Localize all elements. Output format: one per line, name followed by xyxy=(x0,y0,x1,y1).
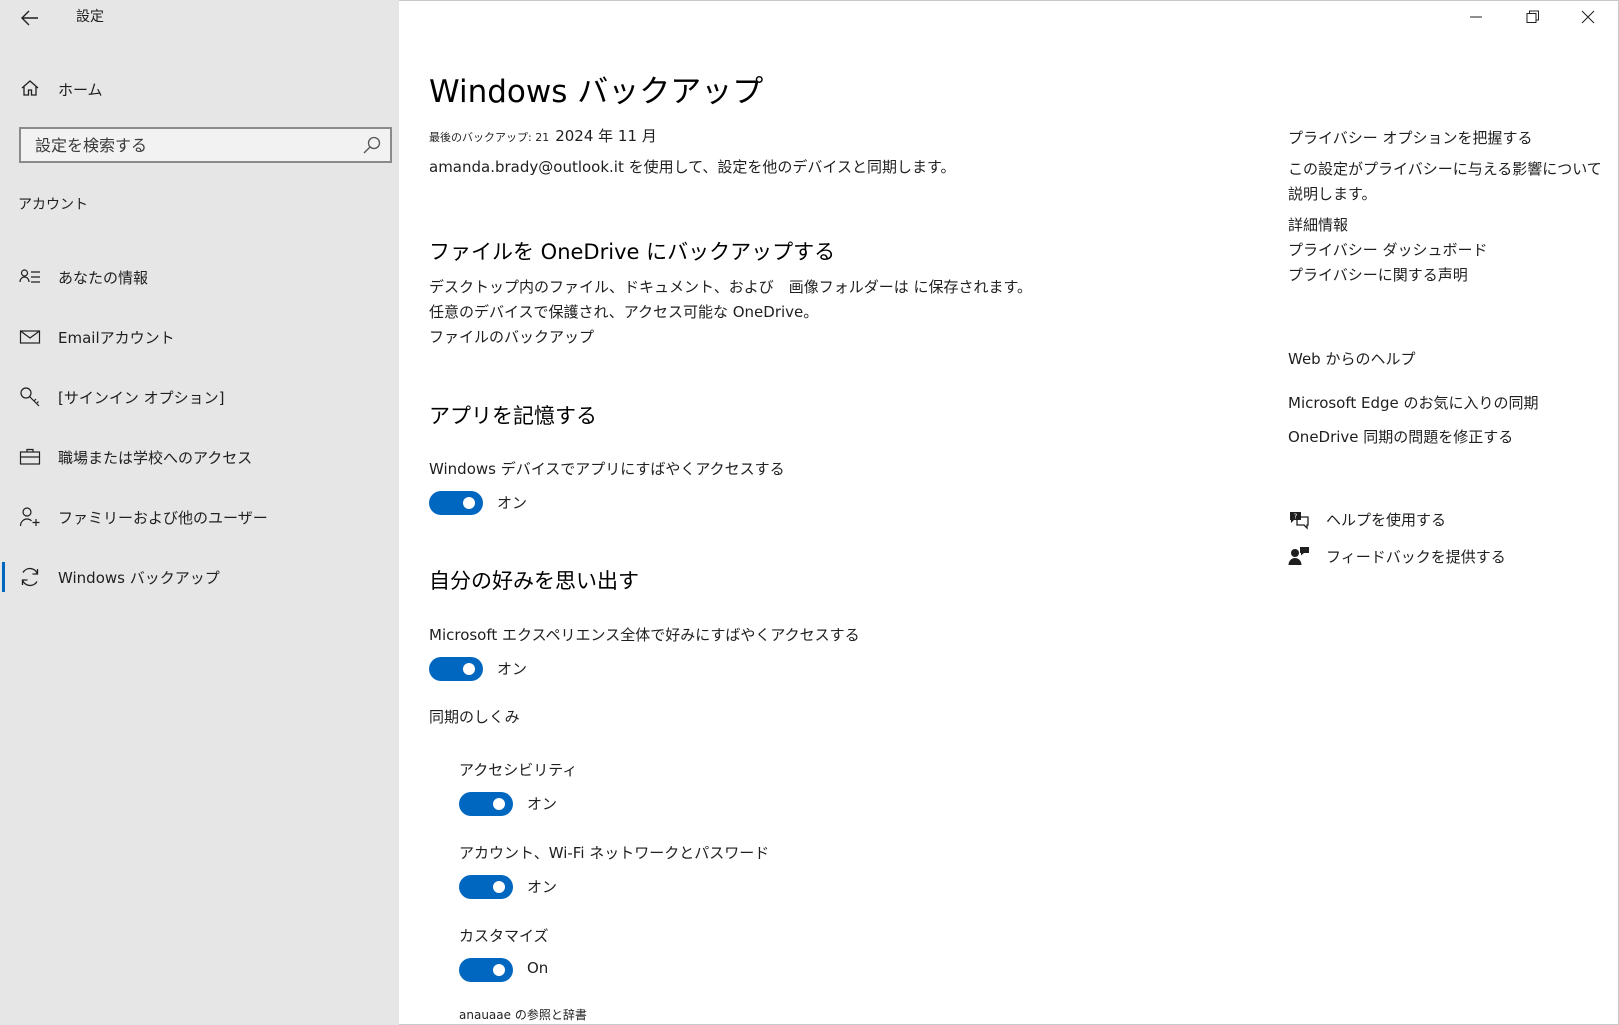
home-icon xyxy=(21,80,39,96)
feedback-label: フィードバックを提供する xyxy=(1326,548,1506,566)
toggle-knob xyxy=(493,881,505,893)
privacy-desc-2: 説明します。 xyxy=(1288,185,1377,203)
toggle-knob xyxy=(463,663,475,675)
edge-sync-link[interactable]: Microsoft Edge のお気に入りの同期 xyxy=(1288,392,1539,413)
how-sync-works: 同期のしくみ xyxy=(429,708,520,726)
toggle-knob xyxy=(493,964,505,976)
prefs-toggle-state: オン xyxy=(497,660,528,678)
last-backup-info: 最後のバックアップ: 21 2024 年 11 月 xyxy=(429,125,657,146)
close-button[interactable] xyxy=(1561,0,1617,34)
apps-toggle[interactable] xyxy=(429,491,483,515)
toggle-knob xyxy=(493,798,505,810)
nav-list: あなたの情報 Emailアカウント [サインイン オプション] 職場または学校へ… xyxy=(0,258,399,618)
nav-item-label: [サインイン オプション] xyxy=(58,389,225,407)
learn-more-link[interactable]: 詳細情報 xyxy=(1288,214,1348,235)
nav-item-work-school[interactable]: 職場または学校へのアクセス xyxy=(0,438,399,498)
briefcase-icon xyxy=(19,448,41,465)
accessibility-toggle[interactable] xyxy=(459,792,513,816)
prefs-toggle-label: Microsoft エクスペリエンス全体で好みにすばやくアクセスする xyxy=(429,626,860,644)
section-accounts: アカウント xyxy=(18,197,88,213)
onedrive-fix-link[interactable]: OneDrive 同期の問題を修正する xyxy=(1288,426,1513,447)
main-content: Windows バックアップ 最後のバックアップ: 21 2024 年 11 月 … xyxy=(429,0,1259,1025)
accessibility-toggle-state: オン xyxy=(527,795,558,813)
prefs-heading: 自分の好みを思い出す xyxy=(429,569,639,593)
search-box[interactable] xyxy=(19,127,392,163)
dictionary-label: anauaae の参照と辞書 xyxy=(459,1008,587,1022)
back-arrow-icon xyxy=(21,10,38,26)
file-backup-link[interactable]: ファイルのバックアップ xyxy=(429,326,594,347)
apps-toggle-label: Windows デバイスでアプリにすばやくアクセスする xyxy=(429,460,785,478)
apps-toggle-state: オン xyxy=(497,494,528,512)
personalize-label: カスタマイズ xyxy=(459,927,549,945)
nav-item-label: 職場または学校へのアクセス xyxy=(58,449,253,467)
close-icon xyxy=(1581,10,1595,24)
nav-item-email[interactable]: Emailアカウント xyxy=(0,318,399,378)
mail-icon xyxy=(19,330,41,344)
nav-home-label: ホーム xyxy=(58,81,103,99)
feedback-icon xyxy=(1288,547,1309,565)
minimize-icon xyxy=(1470,16,1482,18)
sync-icon xyxy=(21,567,39,587)
nav-item-family[interactable]: ファミリーおよび他のユーザー xyxy=(0,498,399,558)
nav-item-label: Emailアカウント xyxy=(58,329,175,347)
nav-item-label: Windows バックアップ xyxy=(58,569,220,587)
apps-heading: アプリを記憶する xyxy=(429,404,597,428)
prefs-toggle[interactable] xyxy=(429,657,483,681)
minimize-button[interactable] xyxy=(1449,0,1505,34)
privacy-dashboard-link[interactable]: プライバシー ダッシュボード xyxy=(1288,239,1487,260)
page-title: Windows バックアップ xyxy=(429,74,764,110)
onedrive-desc-1: デスクトップ内のファイル、ドキュメント、および 画像フォルダーは に保存されます… xyxy=(429,278,1032,296)
active-indicator xyxy=(2,562,5,592)
onedrive-heading: ファイルを OneDrive にバックアップする xyxy=(429,240,836,264)
passwords-toggle[interactable] xyxy=(459,875,513,899)
privacy-statement-link[interactable]: プライバシーに関する声明 xyxy=(1288,264,1468,285)
nav-item-sign-in-options[interactable]: [サインイン オプション] xyxy=(0,378,399,438)
feedback-link[interactable]: フィードバックを提供する xyxy=(1288,543,1588,573)
toggle-knob xyxy=(463,497,475,509)
key-icon xyxy=(20,387,40,407)
restore-icon xyxy=(1526,10,1539,23)
get-help-label: ヘルプを使用する xyxy=(1326,511,1447,529)
privacy-title: プライバシー オプションを把握する xyxy=(1288,129,1533,147)
sync-account-text: amanda.brady@outlook.it を使用して、設定を他のデバイスと… xyxy=(429,158,956,176)
get-help-link[interactable]: ? ヘルプを使用する xyxy=(1288,506,1588,536)
svg-text:?: ? xyxy=(1294,513,1298,521)
privacy-desc-1: この設定がプライバシーに与える影響について xyxy=(1288,160,1602,178)
back-button[interactable] xyxy=(18,6,42,30)
personalize-toggle[interactable] xyxy=(459,958,513,982)
web-help-title: Web からのヘルプ xyxy=(1288,350,1416,368)
last-backup-label: 最後のバックアップ: 21 xyxy=(429,131,550,144)
search-icon[interactable] xyxy=(362,135,382,155)
chat-help-icon: ? xyxy=(1290,512,1309,530)
accessibility-label: アクセシビリティ xyxy=(459,761,578,779)
passwords-label: アカウント、Wi-Fi ネットワークとパスワード xyxy=(459,844,770,862)
nav-item-windows-backup[interactable]: Windows バックアップ xyxy=(0,558,399,618)
search-input[interactable] xyxy=(35,134,345,156)
nav-home[interactable]: ホーム xyxy=(0,74,399,104)
nav-item-label: ファミリーおよび他のユーザー xyxy=(58,509,268,527)
restore-button[interactable] xyxy=(1506,0,1562,34)
passwords-toggle-state: オン xyxy=(527,878,558,896)
last-backup-date: 2024 年 11 月 xyxy=(555,127,657,145)
person-list-icon xyxy=(19,269,40,283)
personalize-toggle-state: On xyxy=(527,959,549,977)
sidebar: 設定 ホーム アカウント あなたの情報 Emailアカウン xyxy=(0,0,399,1025)
nav-item-your-info[interactable]: あなたの情報 xyxy=(0,258,399,318)
onedrive-desc-2: 任意のデバイスで保護され、アクセス可能な OneDrive。 xyxy=(429,303,819,321)
app-title: 設定 xyxy=(76,9,104,25)
nav-item-label: あなたの情報 xyxy=(58,269,149,287)
person-add-icon xyxy=(19,507,40,527)
